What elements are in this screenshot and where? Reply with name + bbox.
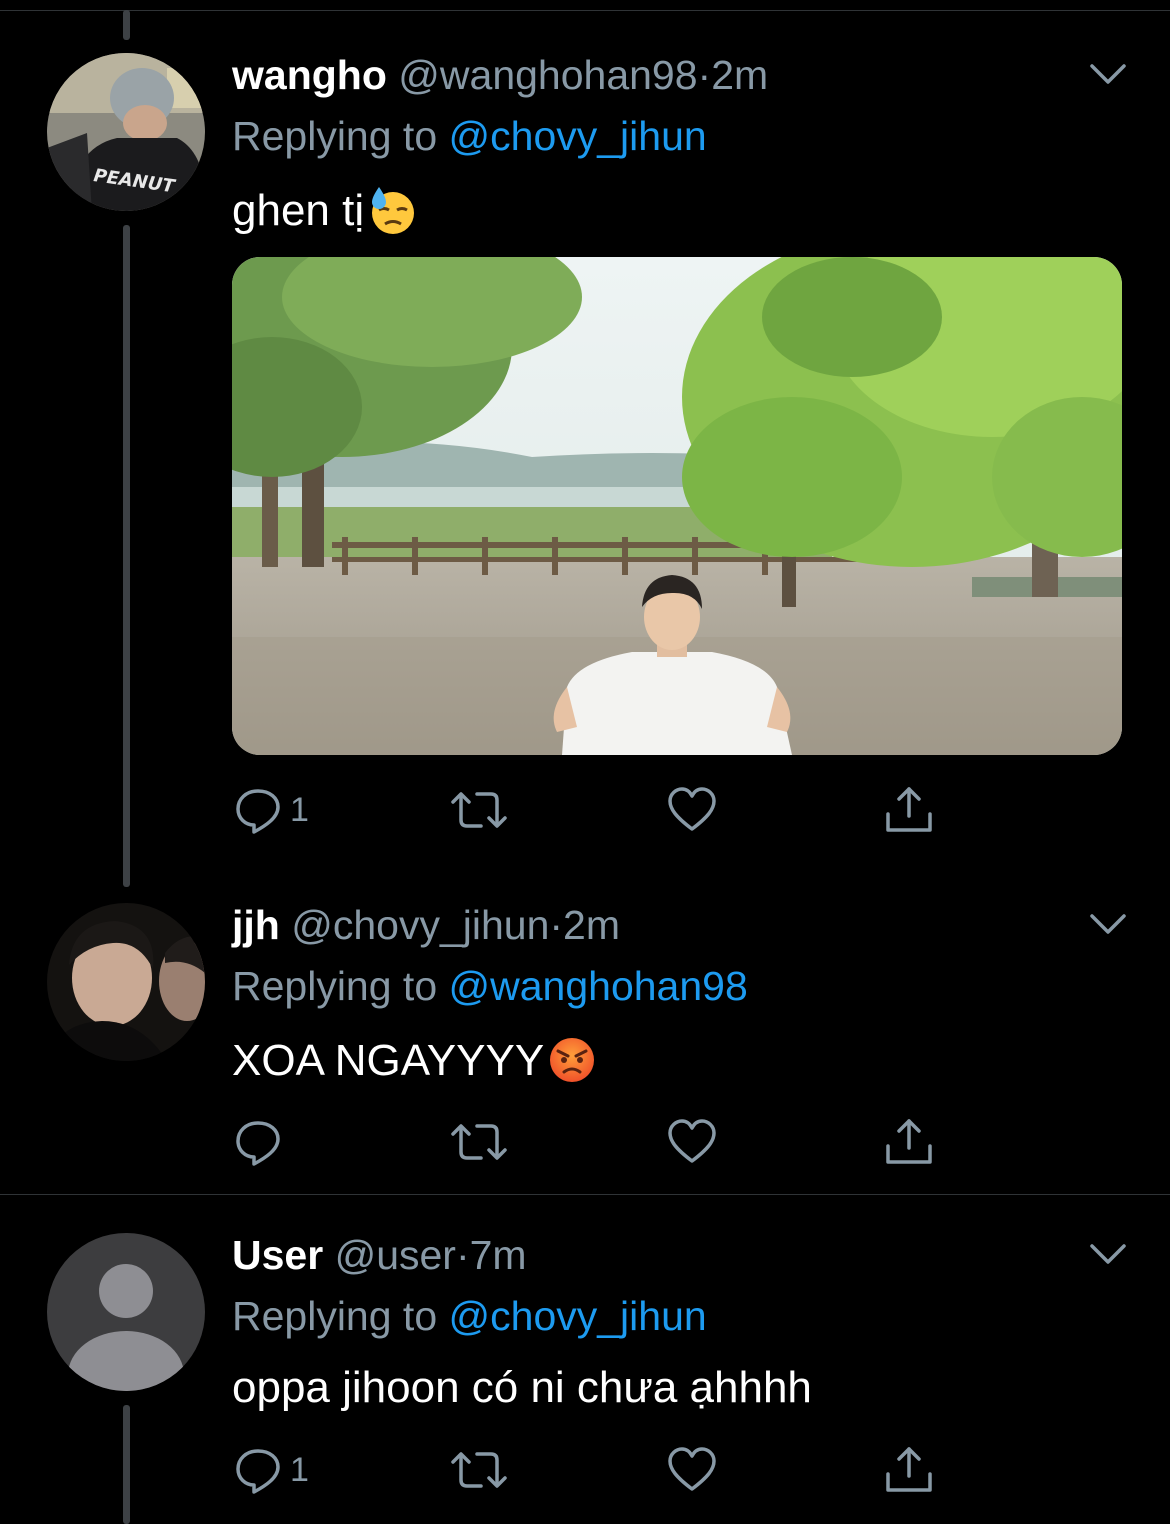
tweet-text: ghen tị [232, 183, 418, 236]
replying-prefix: Replying to [232, 963, 449, 1009]
share-icon [886, 787, 932, 832]
retweet-icon [451, 792, 507, 828]
tweet-header: User @user·7m [232, 1232, 527, 1278]
tweet-text-content: ghen tị [232, 186, 365, 235]
avatar[interactable] [47, 903, 205, 1061]
separator-dot: · [455, 1232, 470, 1278]
avatar[interactable]: PEANUT [47, 53, 205, 211]
share-icon [886, 1119, 932, 1164]
reply-icon [236, 1121, 280, 1166]
reply-button[interactable]: 1 [232, 1440, 309, 1500]
reply-mention-link[interactable]: @wanghohan98 [449, 963, 748, 1009]
share-button[interactable] [883, 1440, 935, 1500]
retweet-button[interactable] [449, 1112, 509, 1172]
tweet[interactable]: PEANUT wangho @wanghohan98·2m Replying t… [0, 0, 1170, 890]
share-button[interactable] [883, 780, 935, 840]
chevron-down-icon[interactable] [1086, 52, 1130, 96]
timestamp[interactable]: 7m [470, 1232, 527, 1278]
default-avatar-icon[interactable] [47, 1233, 205, 1391]
heart-icon [668, 787, 716, 831]
retweet-icon [451, 1124, 507, 1160]
heart-icon [668, 1119, 716, 1163]
tweet-text-content: XOA NGAYYYY [232, 1036, 545, 1085]
replying-prefix: Replying to [232, 113, 449, 159]
tweet-actions: 1 [232, 1440, 952, 1500]
timestamp[interactable]: 2m [711, 52, 768, 98]
reply-mention-link[interactable]: @chovy_jihun [449, 1293, 707, 1339]
like-button[interactable] [666, 780, 718, 840]
reply-button[interactable]: 1 [232, 780, 309, 840]
reply-icon [236, 789, 280, 834]
separator-dot: · [697, 52, 712, 98]
angry-face-emoji-icon [550, 1038, 595, 1082]
heart-icon [668, 1447, 716, 1491]
retweet-icon [451, 1452, 507, 1488]
tweet-actions [232, 1112, 952, 1172]
display-name[interactable]: User [232, 1232, 323, 1278]
downcast-sweat-emoji-icon [372, 187, 415, 234]
tweet-text-content: oppa jihoon có ni chưa ạhhhh [232, 1363, 812, 1412]
display-name[interactable]: wangho [232, 52, 387, 98]
retweet-button[interactable] [449, 780, 509, 840]
replying-to: Replying to @wanghohan98 [232, 963, 748, 1009]
tweet-header: wangho @wanghohan98·2m [232, 52, 768, 98]
replying-to: Replying to @chovy_jihun [232, 1293, 707, 1339]
reply-count: 1 [290, 790, 309, 829]
share-button[interactable] [883, 1112, 935, 1172]
separator-dot: · [549, 902, 564, 948]
chevron-down-icon[interactable] [1086, 902, 1130, 946]
reply-count: 1 [290, 1450, 309, 1489]
tweet-actions: 1 [232, 780, 952, 840]
tweet[interactable]: User @user·7m Replying to @chovy_jihun o… [0, 1195, 1170, 1524]
replying-prefix: Replying to [232, 1293, 449, 1339]
like-button[interactable] [666, 1112, 718, 1172]
user-handle[interactable]: @wanghohan98 [398, 52, 697, 98]
timestamp[interactable]: 2m [563, 902, 620, 948]
tweet-header: jjh @chovy_jihun·2m [232, 902, 620, 948]
tweet-text: XOA NGAYYYY [232, 1033, 598, 1086]
display-name[interactable]: jjh [232, 902, 280, 948]
replying-to: Replying to @chovy_jihun [232, 113, 707, 159]
reply-button[interactable] [232, 1112, 290, 1172]
user-handle[interactable]: @chovy_jihun [291, 902, 549, 948]
chevron-down-icon[interactable] [1086, 1232, 1130, 1276]
reply-icon [236, 1449, 280, 1494]
like-button[interactable] [666, 1440, 718, 1500]
user-handle[interactable]: @user [335, 1232, 456, 1278]
retweet-button[interactable] [449, 1440, 509, 1500]
tweet-photo[interactable] [232, 257, 1122, 755]
share-icon [886, 1447, 932, 1492]
tweet[interactable]: jjh @chovy_jihun·2m Replying to @wanghoh… [0, 890, 1170, 1195]
tweet-text: oppa jihoon có ni chưa ạhhhh [232, 1363, 812, 1413]
reply-mention-link[interactable]: @chovy_jihun [449, 113, 707, 159]
